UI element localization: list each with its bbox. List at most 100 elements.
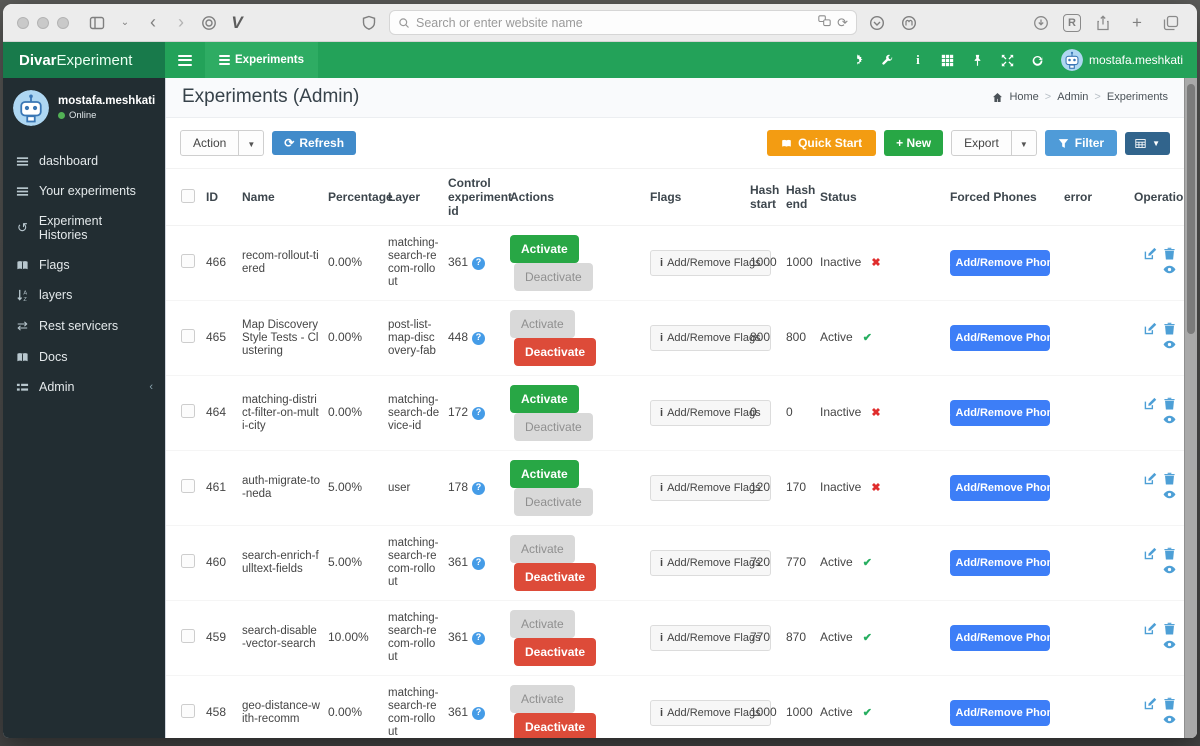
delete-icon[interactable]	[1163, 547, 1176, 560]
app-logo[interactable]: Divar Experiment	[3, 42, 165, 78]
action-dropdown-button[interactable]: ▼	[239, 130, 265, 156]
row-checkbox[interactable]	[181, 629, 195, 644]
help-icon[interactable]: ?	[472, 631, 486, 645]
view-icon[interactable]	[1163, 263, 1176, 276]
row-checkbox[interactable]	[181, 554, 195, 569]
export-button[interactable]: Export	[951, 130, 1012, 156]
deactivate-button[interactable]: Deactivate	[514, 488, 593, 516]
add-remove-phone-button[interactable]: Add/Remove Phone	[941, 550, 1059, 576]
activate-button[interactable]: Activate	[510, 535, 575, 563]
delete-icon[interactable]	[1163, 472, 1176, 485]
tab-experiments[interactable]: Experiments	[205, 42, 319, 78]
address-bar[interactable]: Search or enter website name ⟳	[389, 10, 857, 35]
refresh-icon[interactable]	[1025, 47, 1051, 73]
help-icon[interactable]: ?	[472, 331, 486, 345]
sidebar-item-docs[interactable]: Docs	[3, 342, 165, 372]
downloads-icon[interactable]	[1029, 11, 1053, 35]
delete-icon[interactable]	[1163, 622, 1176, 635]
share-icon[interactable]	[1091, 11, 1115, 35]
activate-button[interactable]: Activate	[510, 385, 579, 413]
edit-icon[interactable]	[1144, 472, 1157, 485]
deactivate-button[interactable]: Deactivate	[514, 713, 597, 738]
sidebar-item-dashboard[interactable]: dashboard	[3, 146, 165, 176]
back-button[interactable]: ‹	[141, 11, 165, 35]
edit-icon[interactable]	[1144, 397, 1157, 410]
row-checkbox[interactable]	[181, 404, 195, 419]
sidebar-item-flags[interactable]: Flags	[3, 250, 165, 280]
help-icon[interactable]: ?	[472, 256, 486, 270]
sidebar-item-rest-servicers[interactable]: ⇄ Rest servicers	[3, 310, 165, 342]
translate-icon[interactable]	[818, 14, 831, 31]
deactivate-button[interactable]: Deactivate	[514, 263, 593, 291]
delete-icon[interactable]	[1163, 697, 1176, 710]
activate-button[interactable]: Activate	[510, 310, 575, 338]
export-dropdown-button[interactable]: ▼	[1011, 130, 1037, 156]
deactivate-button[interactable]: Deactivate	[514, 338, 597, 366]
extension-m-icon[interactable]	[897, 11, 921, 35]
edit-icon[interactable]	[1144, 622, 1157, 635]
add-remove-phone-button[interactable]: Add/Remove Phone	[941, 700, 1059, 726]
activate-button[interactable]: Activate	[510, 610, 575, 638]
deactivate-button[interactable]: Deactivate	[514, 638, 597, 666]
shield-icon[interactable]	[357, 11, 381, 35]
view-icon[interactable]	[1163, 338, 1176, 351]
deactivate-button[interactable]: Deactivate	[514, 413, 593, 441]
sidebar-item-your-experiments[interactable]: Your experiments	[3, 176, 165, 206]
add-remove-phone-button[interactable]: Add/Remove Phone	[941, 250, 1059, 276]
filter-button[interactable]: Filter	[1044, 130, 1118, 156]
activate-button[interactable]: Activate	[510, 685, 575, 713]
view-icon[interactable]	[1163, 488, 1176, 501]
new-button[interactable]: + New	[884, 130, 944, 156]
help-icon[interactable]: ?	[472, 406, 486, 420]
help-icon[interactable]: ?	[472, 706, 486, 720]
activate-button[interactable]: Activate	[510, 235, 579, 263]
delete-icon[interactable]	[1163, 397, 1176, 410]
row-checkbox[interactable]	[181, 254, 195, 269]
edit-icon[interactable]	[1144, 247, 1157, 260]
select-all-checkbox[interactable]	[181, 188, 195, 203]
sidebar-item-layers[interactable]: AZ layers	[3, 280, 165, 310]
view-icon[interactable]	[1163, 713, 1176, 726]
fullscreen-icon[interactable]	[995, 47, 1021, 73]
row-checkbox[interactable]	[181, 329, 195, 344]
edit-icon[interactable]	[1144, 697, 1157, 710]
edit-icon[interactable]	[1144, 322, 1157, 335]
sidebar-collapse-button[interactable]	[165, 42, 205, 78]
extension-target-icon[interactable]	[197, 11, 221, 35]
activate-button[interactable]: Activate	[510, 460, 579, 488]
help-icon[interactable]: ?	[472, 481, 486, 495]
view-icon[interactable]	[1163, 638, 1176, 651]
action-button[interactable]: Action	[180, 130, 240, 156]
sidebar-toggle-icon[interactable]	[85, 11, 109, 35]
scrollbar-thumb[interactable]	[1187, 84, 1195, 334]
add-remove-phone-button[interactable]: Add/Remove Phone	[941, 625, 1059, 651]
reload-icon[interactable]: ⟳	[837, 15, 848, 31]
tab-overview-icon[interactable]	[1159, 11, 1183, 35]
user-menu[interactable]: mostafa.meshkati	[1060, 49, 1183, 71]
refresh-button[interactable]: ⟳ Refresh	[272, 131, 357, 155]
add-remove-phone-button[interactable]: Add/Remove Phone	[941, 325, 1059, 351]
add-remove-phone-button[interactable]: Add/Remove Phone	[941, 475, 1059, 501]
minimize-window-button[interactable]	[37, 16, 49, 29]
delete-icon[interactable]	[1163, 247, 1176, 260]
info-icon[interactable]: i	[905, 47, 931, 73]
extension-r-icon[interactable]: R	[1063, 13, 1081, 32]
view-icon[interactable]	[1163, 563, 1176, 576]
deactivate-button[interactable]: Deactivate	[514, 563, 597, 591]
breadcrumb-admin[interactable]: Admin	[1057, 91, 1088, 103]
forward-button[interactable]: ›	[169, 11, 193, 35]
extension-v-icon[interactable]: V	[225, 11, 249, 35]
sidebar-item-admin[interactable]: Admin ‹	[3, 372, 165, 402]
row-checkbox[interactable]	[181, 479, 195, 494]
close-window-button[interactable]	[17, 16, 29, 29]
apps-grid-icon[interactable]	[935, 47, 961, 73]
zoom-window-button[interactable]	[57, 16, 69, 29]
view-icon[interactable]	[1163, 413, 1176, 426]
chevron-down-icon[interactable]: ⌄	[113, 11, 137, 35]
help-icon[interactable]: ?	[472, 556, 486, 570]
wrench-icon[interactable]	[875, 47, 901, 73]
add-remove-phone-button[interactable]: Add/Remove Phone	[941, 400, 1059, 426]
edit-icon[interactable]	[1144, 547, 1157, 560]
columns-button[interactable]: ▼	[1125, 131, 1170, 155]
breadcrumb-home[interactable]: Home	[1009, 91, 1038, 103]
